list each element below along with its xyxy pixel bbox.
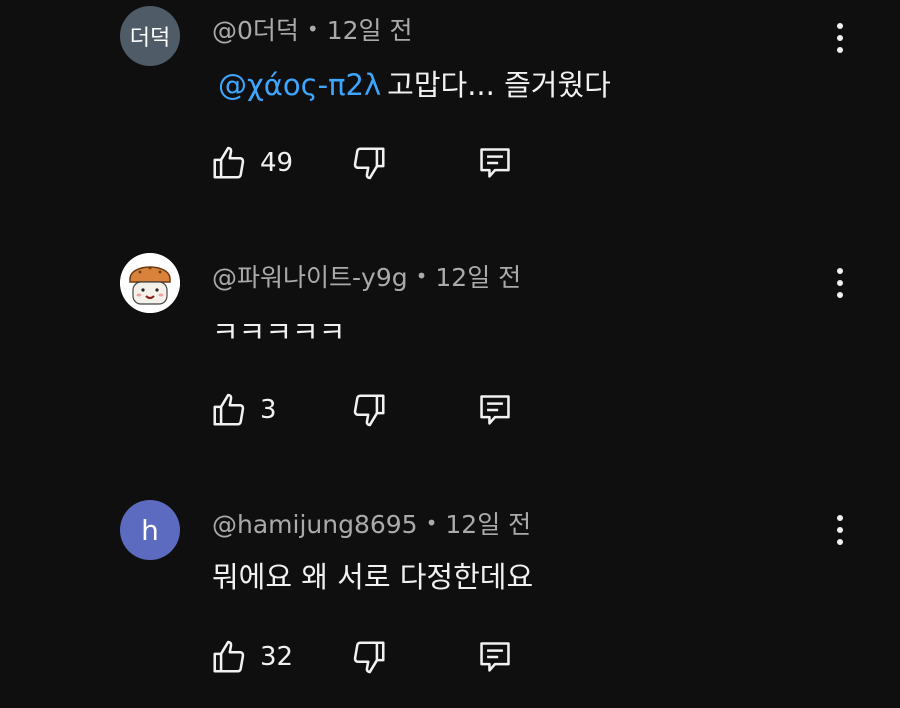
timestamp[interactable]: 12일 전 [445,510,531,539]
like-count: 49 [260,148,294,178]
like-button[interactable]: 32 [210,637,293,677]
thumb-down-icon [353,394,385,427]
more-vert-icon[interactable] [826,18,854,58]
thumb-up-icon [213,640,245,673]
separator-dot: • [415,264,428,288]
timestamp[interactable]: 12일 전 [435,263,521,292]
timestamp[interactable]: 12일 전 [327,16,413,45]
separator-dot: • [306,17,319,41]
thumb-down-icon [353,641,385,674]
more-vert-icon[interactable] [826,263,854,303]
reply-button[interactable] [476,637,514,677]
comment-text: @χάος-π2λ 고맙다... 즐거웠다 [212,62,611,104]
comment-text: 뭐에요 왜 서로 다정한데요 [212,554,533,596]
comment-body: ㅋㅋㅋㅋㅋ [212,315,346,349]
dislike-button[interactable] [350,143,388,183]
reply-icon [480,395,510,425]
like-button[interactable]: 49 [210,143,293,183]
author-name[interactable]: @hamijung8695 [212,510,418,539]
character-avatar-icon [120,253,180,313]
comment-meta: @hamijung8695 • 12일 전 [212,505,531,541]
more-vert-icon[interactable] [826,510,854,550]
mention-link[interactable]: @χάος-π2λ [218,68,381,102]
comment-meta: @파워나이트-y9g • 12일 전 [212,258,521,294]
reply-icon [480,148,510,178]
avatar[interactable]: 더덕 [120,6,180,66]
comment-text: ㅋㅋㅋㅋㅋ [212,309,345,351]
reply-button[interactable] [476,143,514,183]
thumb-up-icon [213,146,245,179]
avatar-initials: 더덕 [129,26,171,51]
separator-dot: • [425,511,438,535]
thumb-up-icon [213,393,245,426]
reply-icon [480,642,510,672]
comment-body: 고맙다... 즐거웠다 [387,68,611,102]
reply-button[interactable] [476,390,514,430]
like-count: 3 [260,395,277,425]
avatar[interactable] [120,253,180,313]
author-name[interactable]: @0더덕 [212,16,299,45]
author-name[interactable]: @파워나이트-y9g [212,263,408,292]
comment-body: 뭐에요 왜 서로 다정한데요 [212,560,534,594]
dislike-button[interactable] [350,637,388,677]
thumb-down-icon [353,147,385,180]
like-button[interactable]: 3 [210,390,277,430]
dislike-button[interactable] [350,390,388,430]
comment-meta: @0더덕 • 12일 전 [212,11,412,47]
like-count: 32 [260,642,294,672]
avatar-initials: h [141,513,159,547]
avatar[interactable]: h [120,500,180,560]
